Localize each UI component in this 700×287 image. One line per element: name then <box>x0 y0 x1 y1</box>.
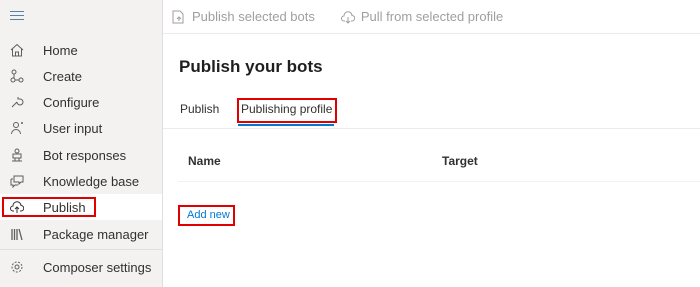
sidebar-item-home[interactable]: Home <box>0 37 162 63</box>
sidebar-item-label: Home <box>43 42 78 58</box>
toolbar: Publish selected bots Pull from selected… <box>163 0 700 34</box>
sidebar-divider <box>0 249 162 250</box>
sidebar-item-user-input[interactable]: User input <box>0 115 162 141</box>
create-icon <box>9 68 25 84</box>
tabs-divider <box>163 128 700 129</box>
sidebar-item-label: Bot responses <box>43 147 127 163</box>
page-title: Publish your bots <box>179 57 323 76</box>
hamburger-menu-icon[interactable] <box>10 11 24 23</box>
wrench-icon <box>9 94 25 110</box>
library-icon <box>9 226 25 242</box>
sidebar-item-configure[interactable]: Configure <box>0 89 162 115</box>
table-header-divider <box>178 181 700 182</box>
document-icon <box>172 10 186 24</box>
pull-from-profile-button[interactable]: Pull from selected profile <box>340 9 504 24</box>
sidebar-item-label: Configure <box>43 94 100 110</box>
sidebar-item-label: Composer settings <box>43 259 152 275</box>
publishing-profile-highlight-box <box>237 98 337 123</box>
publish-selected-bots-label: Publish selected bots <box>192 9 315 24</box>
column-header-target[interactable]: Target <box>442 154 478 168</box>
pull-from-profile-label: Pull from selected profile <box>360 9 504 24</box>
sidebar-item-label: User input <box>43 120 103 136</box>
sidebar-item-label: Knowledge base <box>43 173 140 189</box>
publish-selected-bots-button[interactable]: Publish selected bots <box>172 9 315 24</box>
selected-tab-indicator <box>238 124 334 126</box>
bot-icon <box>9 147 25 163</box>
cloud-download-icon <box>340 10 355 24</box>
sidebar-item-package-manager[interactable]: Package manager <box>0 221 162 247</box>
add-new-highlight-box <box>178 205 235 226</box>
sidebar-item-bot-responses[interactable]: Bot responses <box>0 142 162 168</box>
sidebar-item-composer-settings[interactable]: Composer settings <box>0 254 162 280</box>
gear-icon <box>9 259 25 275</box>
sidebar-item-label: Create <box>43 68 83 84</box>
user-input-icon <box>9 120 25 136</box>
home-icon <box>9 42 25 58</box>
tab-publish[interactable]: Publish <box>180 102 219 116</box>
chat-icon <box>9 173 25 189</box>
sidebar-item-knowledge-base[interactable]: Knowledge base <box>0 168 162 194</box>
sidebar-item-label: Package manager <box>43 226 149 242</box>
publish-highlight-box <box>2 197 96 217</box>
sidebar: Home Create Configure User input Bot res… <box>0 0 163 287</box>
sidebar-item-create[interactable]: Create <box>0 63 162 89</box>
column-header-name[interactable]: Name <box>188 154 221 168</box>
